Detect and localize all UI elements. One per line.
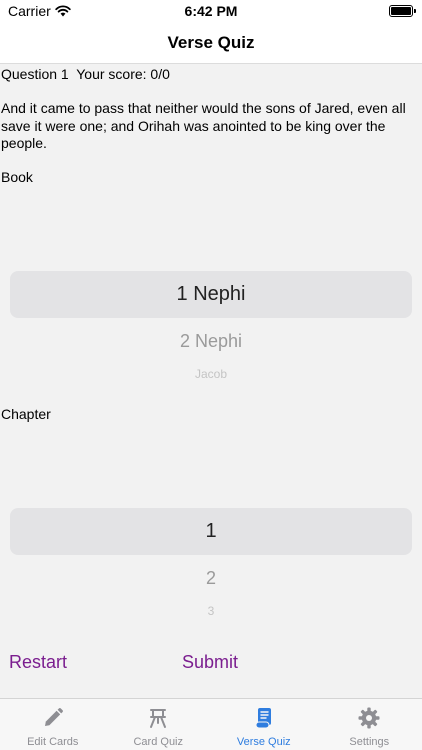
tab-settings[interactable]: Settings — [317, 699, 422, 750]
scroll-icon — [255, 708, 271, 729]
book-option-next[interactable]: 2 Nephi — [0, 331, 422, 352]
tab-label: Settings — [349, 736, 390, 748]
submit-button[interactable]: Submit — [182, 652, 238, 673]
book-option-after[interactable]: Jacob — [0, 367, 422, 381]
tab-label: Card Quiz — [133, 736, 184, 748]
status-bar: Carrier 6:42 PM — [0, 0, 422, 24]
book-picker[interactable]: 1 Nephi 2 Nephi Jacob — [0, 220, 422, 395]
chapter-label: Chapter — [1, 406, 51, 422]
battery-icon — [389, 5, 416, 17]
tab-label: Verse Quiz — [236, 736, 291, 748]
chapter-picker[interactable]: 1 2 3 — [0, 457, 422, 632]
tab-card-quiz[interactable]: Card Quiz — [106, 699, 212, 750]
question-score-line: Question 1 Your score: 0/0 — [1, 66, 170, 82]
book-label: Book — [1, 169, 33, 185]
easel-icon — [150, 709, 167, 728]
page-title: Verse Quiz — [167, 33, 255, 52]
chapter-option-next[interactable]: 2 — [0, 568, 422, 589]
navigation-bar: Verse Quiz — [0, 24, 422, 64]
pencil-icon — [44, 708, 63, 726]
restart-button[interactable]: Restart — [9, 652, 67, 673]
book-option-selected[interactable]: 1 Nephi — [0, 283, 422, 306]
tab-edit-cards[interactable]: Edit Cards — [0, 699, 106, 750]
chapter-option-after[interactable]: 3 — [0, 604, 422, 618]
tab-bar: Edit Cards Card Quiz Verse Quiz Settings — [0, 698, 422, 750]
chapter-option-selected[interactable]: 1 — [0, 520, 422, 543]
tab-label: Edit Cards — [27, 736, 79, 748]
clock: 6:42 PM — [184, 3, 238, 19]
gear-icon — [358, 707, 380, 729]
tab-verse-quiz[interactable]: Verse Quiz — [211, 699, 317, 750]
verse-text: And it came to pass that neither would t… — [1, 100, 406, 151]
